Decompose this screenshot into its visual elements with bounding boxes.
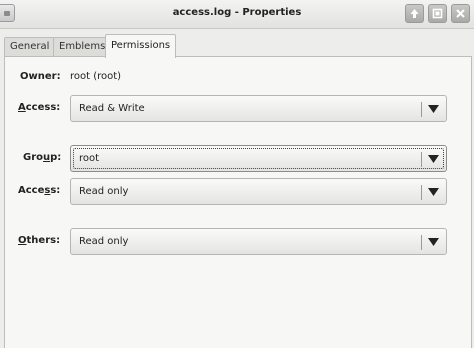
title-bar[interactable]: access.log - Properties xyxy=(0,0,474,29)
owner-access-combo[interactable]: Read & Write xyxy=(70,95,447,122)
triangle-down-icon xyxy=(428,105,439,113)
tab-label: Permissions xyxy=(111,40,171,51)
others-access-value: Read only xyxy=(79,236,129,247)
tab-label: Emblems xyxy=(59,41,106,52)
owner-label: Owner: xyxy=(20,71,61,82)
window-title: access.log - Properties xyxy=(172,7,302,18)
maximize-icon[interactable] xyxy=(428,4,447,23)
group-label: Group: xyxy=(23,152,62,163)
tab-general[interactable]: General xyxy=(4,37,56,56)
tab-permissions[interactable]: Permissions xyxy=(105,34,177,58)
owner-value: root (root) xyxy=(70,71,122,82)
owner-access-value: Read & Write xyxy=(79,103,145,114)
window-buttons xyxy=(405,4,470,23)
tab-emblems[interactable]: Emblems xyxy=(53,37,112,56)
combo-separator xyxy=(421,152,422,167)
group-value: root xyxy=(79,153,100,164)
combo-separator xyxy=(421,102,422,117)
combo-separator xyxy=(421,235,422,250)
focus-ring xyxy=(73,148,444,169)
group-access-value: Read only xyxy=(79,186,129,197)
owner-access-label: Access: xyxy=(18,102,61,113)
triangle-down-icon xyxy=(428,155,439,163)
group-access-combo[interactable]: Read only xyxy=(70,178,447,205)
tab-label: General xyxy=(10,41,50,52)
group-combo[interactable]: root xyxy=(70,145,447,172)
combo-separator xyxy=(421,185,422,200)
group-access-label: Access: xyxy=(18,185,61,196)
close-icon[interactable] xyxy=(451,4,470,23)
arrow-up-icon[interactable] xyxy=(405,4,424,23)
others-label: Others: xyxy=(18,235,61,246)
triangle-down-icon xyxy=(428,238,439,246)
others-access-combo[interactable]: Read only xyxy=(70,228,447,255)
triangle-down-icon xyxy=(428,188,439,196)
